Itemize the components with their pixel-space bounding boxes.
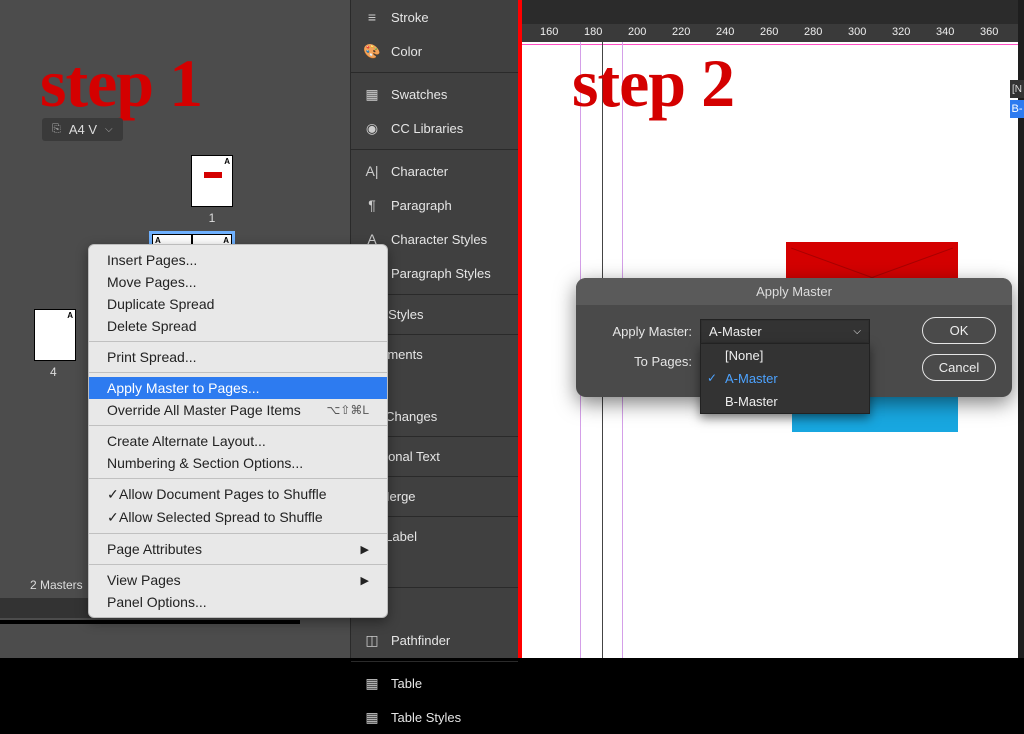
apply-master-dialog: Apply Master Apply Master: A-Master ⌵ To… [576,278,1012,397]
step1-panel: step 1 ⎘ A4 V ⌵ A 1 A A 2-3 [0,0,518,658]
panel-swatches[interactable]: ▦Swatches [351,77,518,111]
panel-cc-libraries[interactable]: ◉CC Libraries [351,111,518,145]
window-chrome [522,0,1024,24]
menu-duplicate-spread[interactable]: Duplicate Spread [89,293,387,315]
menu-allow-doc-shuffle[interactable]: ✓Allow Document Pages to Shuffle [89,483,387,506]
menu-view-pages[interactable]: View Pages▶ [89,569,387,591]
chevron-down-icon: ⌵ [853,326,861,337]
panel-stroke[interactable]: ≡Stroke [351,0,518,34]
stroke-icon: ≡ [363,8,381,26]
step2-label: step 2 [572,44,734,123]
dialog-title: Apply Master [576,278,1012,305]
master-dropdown-list: [None] ✓A-Master B-Master [700,343,870,414]
table-styles-icon: ▦ [363,708,381,726]
submenu-arrow-icon: ▶ [361,574,369,587]
panel-paragraph[interactable]: ¶Paragraph [351,188,518,222]
page-number: 4 [50,365,57,379]
to-pages-label: To Pages: [592,354,692,369]
option-none[interactable]: [None] [701,344,869,367]
page-size-dropdown[interactable]: ⎘ A4 V ⌵ [42,118,123,141]
master-indicator: A [222,156,232,167]
cc-icon: ◉ [363,119,381,137]
panel-footer-line [0,620,300,624]
panel-character[interactable]: A|Character [351,154,518,188]
paragraph-icon: ¶ [363,196,381,214]
ok-button[interactable]: OK [922,317,996,344]
menu-override-master[interactable]: Override All Master Page Items⌥⇧⌘L [89,399,387,421]
menu-allow-spread-shuffle[interactable]: ✓Allow Selected Spread to Shuffle [89,506,387,529]
pathfinder-icon: ◫ [363,631,381,649]
menu-panel-options[interactable]: Panel Options... [89,591,387,613]
color-icon: 🎨 [363,42,381,60]
chevron-down-icon: ⌵ [105,124,113,135]
menu-print-spread[interactable]: Print Spread... [89,346,387,368]
masters-count: 2 Masters [30,578,83,592]
table-icon: ▦ [363,674,381,692]
cancel-button[interactable]: Cancel [922,354,996,381]
master-tag-b[interactable]: B- [1010,100,1024,118]
page-size-value: A4 V [69,122,97,137]
check-icon: ✓ [707,371,717,385]
apply-master-label: Apply Master: [592,324,692,339]
submenu-arrow-icon: ▶ [361,543,369,556]
menu-create-alternate[interactable]: Create Alternate Layout... [89,430,387,452]
page-number: 1 [209,211,216,225]
scrollbar[interactable] [1018,0,1024,658]
pages-context-menu: Insert Pages... Move Pages... Duplicate … [88,244,388,618]
panel-pathfinder[interactable]: ◫Pathfinder [351,623,518,657]
menu-move-pages[interactable]: Move Pages... [89,271,387,293]
menu-insert-pages[interactable]: Insert Pages... [89,249,387,271]
step1-label: step 1 [40,44,202,123]
option-a-master[interactable]: ✓A-Master [701,367,869,390]
panel-table-styles[interactable]: ▦Table Styles [351,700,518,734]
page-thumbnail-1[interactable]: A [191,155,233,207]
panel-color[interactable]: 🎨Color [351,34,518,68]
master-tag-none[interactable]: [N [1010,80,1024,98]
menu-numbering-section[interactable]: Numbering & Section Options... [89,452,387,474]
apply-master-select[interactable]: A-Master ⌵ [700,319,870,344]
menu-apply-master[interactable]: Apply Master to Pages... [89,377,387,399]
page-thumbnail-4[interactable]: A [34,309,76,361]
menu-page-attributes[interactable]: Page Attributes▶ [89,538,387,560]
step2-panel: 160 180 200 220 240 260 280 300 320 340 … [522,0,1024,658]
menu-delete-spread[interactable]: Delete Spread [89,315,387,337]
character-icon: A| [363,162,381,180]
horizontal-ruler[interactable]: 160 180 200 220 240 260 280 300 320 340 … [522,24,1018,42]
panel-table[interactable]: ▦Table [351,666,518,700]
option-b-master[interactable]: B-Master [701,390,869,413]
swatches-icon: ▦ [363,85,381,103]
